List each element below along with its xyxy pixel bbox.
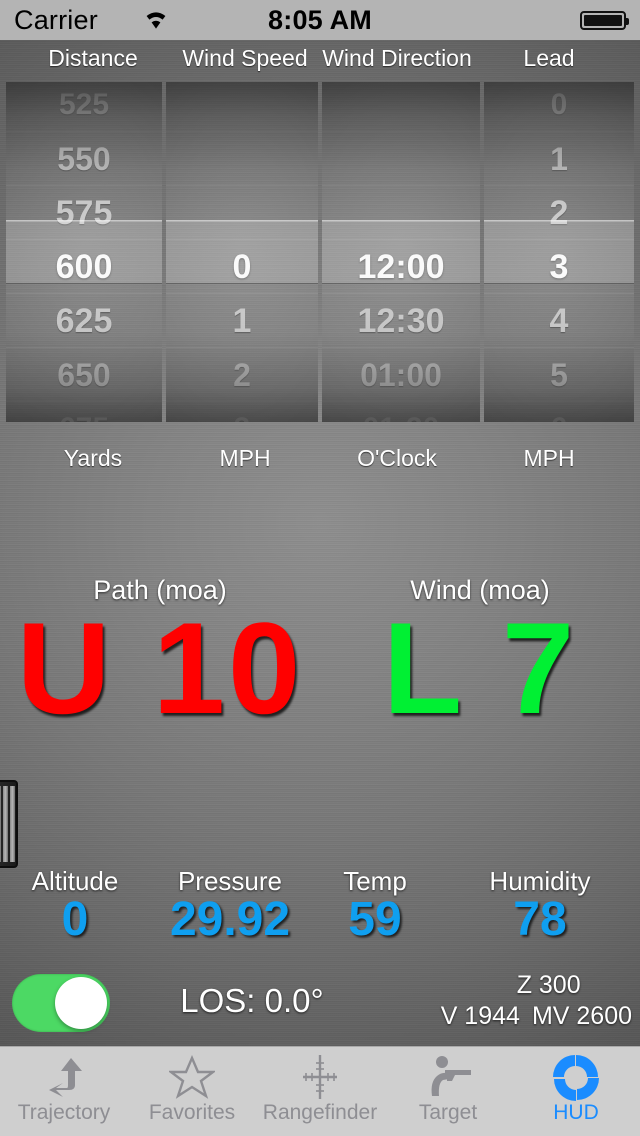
tab-label-hud: HUD	[553, 1101, 599, 1124]
picker-wheel-wind-speed[interactable]: 0123	[166, 82, 318, 422]
star-icon	[169, 1053, 215, 1101]
velocity-value: V 1944	[440, 1002, 520, 1030]
picker-units-row: Yards MPH O'Clock MPH	[0, 445, 640, 485]
picker-row[interactable]: 01:30	[322, 402, 480, 422]
picker-row-selected[interactable]: 12:00	[322, 240, 480, 294]
picker-row[interactable]: 5	[484, 348, 634, 402]
picker-row[interactable]	[322, 132, 480, 186]
picker-row[interactable]	[166, 82, 318, 132]
crosshair-icon	[297, 1053, 343, 1101]
picker-row[interactable]: 525	[6, 82, 162, 132]
picker-unit-lead: MPH	[523, 445, 575, 471]
picker-header-row: Distance Wind Speed Wind Direction Lead	[0, 42, 640, 82]
picker-row[interactable]: 3	[166, 402, 318, 422]
picker-wheel-wind-direction[interactable]: 12:0012:3001:0001:30	[322, 82, 480, 422]
tab-favorites[interactable]: Favorites	[128, 1047, 256, 1136]
picker-row[interactable]: 650	[6, 348, 162, 402]
picker-row[interactable]: 675	[6, 402, 162, 422]
picker-row[interactable]	[166, 132, 318, 186]
battery-full-icon	[580, 11, 629, 30]
picker-row[interactable]: 4	[484, 294, 634, 348]
env-value-temp: 59	[348, 893, 402, 946]
picker-header-lead: Lead	[523, 45, 575, 71]
picker-row[interactable]: 1	[484, 132, 634, 186]
ballistics-readout: Z 300 V 1944 MV 2600	[441, 970, 632, 1032]
tab-rangefinder[interactable]: Rangefinder	[256, 1047, 384, 1136]
picker-row[interactable]: 2	[484, 186, 634, 240]
picker-row[interactable]: 625	[6, 294, 162, 348]
tab-label-target: Target	[418, 1101, 478, 1124]
env-value-altitude: 0	[61, 893, 89, 946]
picker-wheel-distance[interactable]: 525550575600625650675	[6, 82, 162, 422]
env-value-pressure: 29.92	[169, 893, 291, 946]
shooter-icon	[423, 1053, 473, 1101]
picker-row[interactable]: 1	[166, 294, 318, 348]
tab-label-rangefinder: Rangefinder	[262, 1101, 378, 1124]
picker-row[interactable]: 575	[6, 186, 162, 240]
drawer-grip-handle[interactable]	[0, 780, 18, 868]
muzzle-velocity-value: MV 2600	[531, 1002, 632, 1030]
tab-hud[interactable]: HUD	[512, 1047, 640, 1136]
environment-row: Altitude 0 Pressure 29.92 Temp 59 Humidity 78	[0, 866, 640, 962]
picker-wheel-lead[interactable]: 0123456	[484, 82, 634, 422]
picker-row[interactable]: 0	[484, 82, 634, 132]
picker-row[interactable]	[322, 82, 480, 132]
picker-row-selected[interactable]: 3	[484, 240, 634, 294]
picker-row[interactable]: 2	[166, 348, 318, 402]
trajectory-arrow-icon	[41, 1053, 87, 1101]
picker-row-selected[interactable]: 600	[6, 240, 162, 294]
picker-wheels[interactable]: 525550575600625650675012312:0012:3001:00…	[0, 82, 640, 422]
tab-trajectory[interactable]: Trajectory	[0, 1047, 128, 1136]
picker-row[interactable]: 12:30	[322, 294, 480, 348]
picker-row[interactable]: 550	[6, 132, 162, 186]
reticle-donut-icon	[551, 1053, 601, 1101]
status-clock: 8:05 AM	[268, 5, 372, 35]
zero-value: Z 300	[516, 971, 581, 999]
picker-row[interactable]: 6	[484, 402, 634, 422]
picker-row[interactable]: 01:00	[322, 348, 480, 402]
tab-bar: Trajectory Favorites Rangefinder Target HUD	[0, 1046, 640, 1136]
firing-solution: Path (moa) U 10 Wind (moa) L 7	[0, 575, 640, 765]
controls-row: LOS: 0.0° Z 300 V 1944 MV 2600	[0, 968, 640, 1046]
picker-row[interactable]	[166, 186, 318, 240]
tab-target[interactable]: Target	[384, 1047, 512, 1136]
picker-row[interactable]	[322, 186, 480, 240]
hud-screen: Carrier 8:05 AM Distance Wind Speed Wind D…	[0, 0, 640, 1136]
status-bar: Carrier 8:05 AM	[0, 0, 640, 40]
picker-row-selected[interactable]: 0	[166, 240, 318, 294]
tab-label-favorites: Favorites	[148, 1101, 236, 1124]
path-value: U 10	[16, 595, 304, 741]
env-value-humidity: 78	[513, 893, 567, 946]
wind-value: L 7	[382, 595, 578, 741]
tab-label-trajectory: Trajectory	[17, 1101, 111, 1124]
